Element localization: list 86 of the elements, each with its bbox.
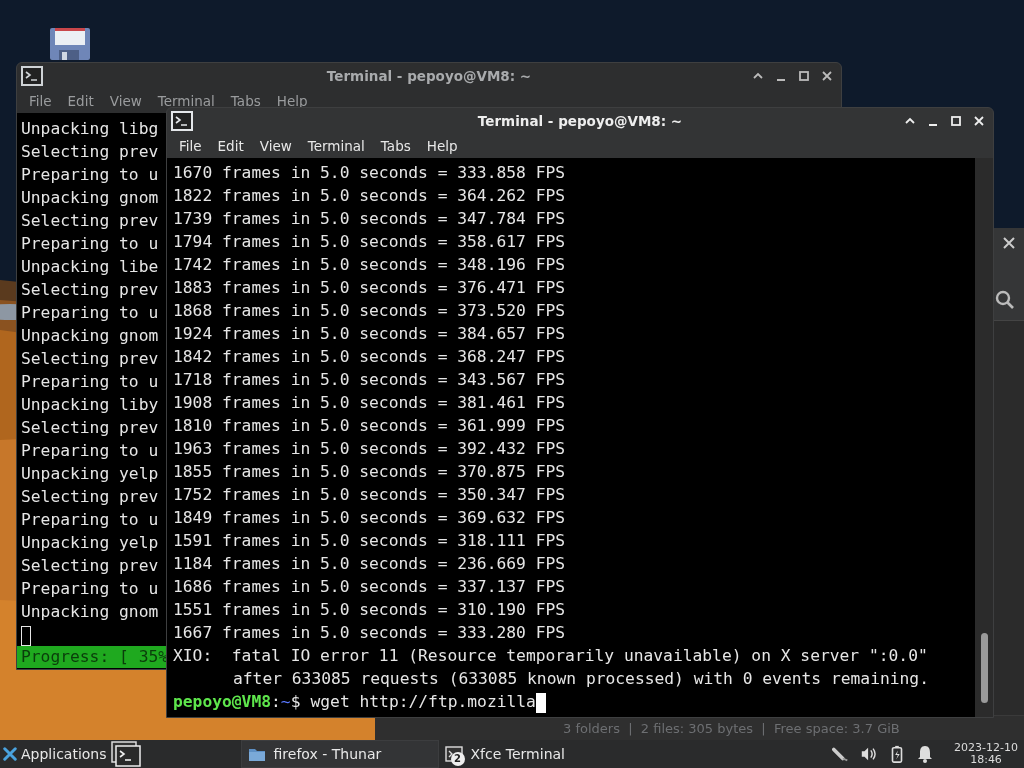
window-title: Terminal - pepoyo@VM8: ~ <box>477 113 683 129</box>
terminal-line: 1670 frames in 5.0 seconds = 333.858 FPS <box>173 162 566 184</box>
terminal-line: 1184 frames in 5.0 seconds = 236.669 FPS <box>173 553 566 575</box>
terminal-line: Preparing to u <box>21 164 159 186</box>
terminal-line: Unpacking libe <box>21 256 159 278</box>
terminal-line: Selecting prev <box>21 279 159 301</box>
terminal-line: Preparing to u <box>21 509 159 531</box>
terminal-line: Selecting prev <box>21 486 159 508</box>
menu-item[interactable]: Edit <box>209 138 252 154</box>
terminal-line: 1752 frames in 5.0 seconds = 350.347 FPS <box>173 484 566 506</box>
terminal-line: 1963 frames in 5.0 seconds = 392.432 FPS <box>173 438 566 460</box>
terminal-line: 1849 frames in 5.0 seconds = 369.632 FPS <box>173 507 566 529</box>
taskbar-task[interactable]: 2 Xfce Terminal <box>438 740 637 768</box>
taskbar-task[interactable]: firefox - Thunar <box>240 740 439 768</box>
prompt-path: ~ <box>280 692 291 711</box>
terminal-line: 1924 frames in 5.0 seconds = 384.657 FPS <box>173 323 566 345</box>
terminal-line: Preparing to u <box>21 440 159 462</box>
terminal-line: 1908 frames in 5.0 seconds = 381.461 FPS <box>173 392 566 414</box>
terminal-line: Preparing to u <box>21 578 159 600</box>
text-cursor <box>535 692 546 713</box>
terminal-line: 1883 frames in 5.0 seconds = 376.471 FPS <box>173 277 566 299</box>
applications-menu-button[interactable]: Applications <box>0 740 109 768</box>
menu-item[interactable]: View <box>101 93 150 109</box>
menu-item[interactable]: Help <box>268 93 316 109</box>
terminal-line: 1718 frames in 5.0 seconds = 343.567 FPS <box>173 369 566 391</box>
terminal-line: 1591 frames in 5.0 seconds = 318.111 FPS <box>173 530 566 552</box>
terminal-line: 1794 frames in 5.0 seconds = 358.617 FPS <box>173 231 566 253</box>
terminal-line: 1667 frames in 5.0 seconds = 333.280 FPS <box>173 622 566 644</box>
close-icon[interactable] <box>1003 237 1015 249</box>
menu-item[interactable]: Tabs <box>222 93 269 109</box>
command-text: wget http://ftp.mozilla <box>310 692 536 711</box>
terminal-line: XIO: fatal IO error 11 (Resource temporarily unavailable) on X server ":0.0" <box>173 645 928 667</box>
menu-item[interactable]: Help <box>418 138 466 154</box>
terminal-line: 1739 frames in 5.0 seconds = 347.784 FPS <box>173 208 566 230</box>
terminal-line: Preparing to u <box>21 233 159 255</box>
prompt-separator: : <box>271 692 281 711</box>
terminal-line: 1822 frames in 5.0 seconds = 364.262 FPS <box>173 185 566 207</box>
close-icon[interactable] <box>821 70 833 82</box>
terminal-line: Selecting prev <box>21 348 159 370</box>
terminal-line: Selecting prev <box>21 141 159 163</box>
volume-icon[interactable] <box>860 745 879 763</box>
terminal-line: Unpacking yelp <box>21 532 159 554</box>
menu-item[interactable]: File <box>171 138 210 154</box>
terminal-line: Unpacking libg <box>21 118 159 140</box>
text-cursor <box>21 625 31 646</box>
menu-item[interactable]: Terminal <box>149 93 223 109</box>
menu-item[interactable]: Edit <box>59 93 102 109</box>
xfce-logo-icon <box>3 747 17 761</box>
terminal-line: Selecting prev <box>21 417 159 439</box>
terminal-icon <box>21 66 43 86</box>
terminal-line: Unpacking gnom <box>21 187 159 209</box>
search-icon[interactable] <box>995 290 1015 310</box>
terminal-line: 1686 frames in 5.0 seconds = 337.137 FPS <box>173 576 566 598</box>
menu-item[interactable]: View <box>251 138 300 154</box>
terminal-line: Unpacking gnom <box>21 325 159 347</box>
terminal-line: Unpacking gnom <box>21 601 159 623</box>
terminal-icon <box>171 111 193 131</box>
terminal-line: Selecting prev <box>21 210 159 232</box>
terminal-line: Unpacking yelp <box>21 463 159 485</box>
terminal-line: Preparing to u <box>21 371 159 393</box>
clock-date: 2023-12-10 <box>954 742 1018 754</box>
menu-item[interactable]: Terminal <box>299 138 373 154</box>
terminal-line: Preparing to u <box>21 302 159 324</box>
terminal-line: 1842 frames in 5.0 seconds = 368.247 FPS <box>173 346 566 368</box>
clock-time: 18:46 <box>970 754 1002 766</box>
terminal-line: Selecting prev <box>21 555 159 577</box>
menu-item[interactable]: File <box>21 93 60 109</box>
network-icon[interactable] <box>832 745 851 763</box>
menu-item[interactable]: Tabs <box>372 138 419 154</box>
terminal-line: 1855 frames in 5.0 seconds = 370.875 FPS <box>173 461 566 483</box>
prompt-user: pepoyo@VM8 <box>173 692 272 711</box>
clock[interactable]: 2023-12-10 18:46 <box>954 742 1018 766</box>
status-bar-text: 3 folders | 2 files: 305 bytes | Free space: 3.7 GiB <box>563 720 900 736</box>
scrollbar-thumb[interactable] <box>981 633 988 703</box>
terminal-line: 1551 frames in 5.0 seconds = 310.190 FPS <box>173 599 566 621</box>
maximize-icon[interactable] <box>798 70 810 82</box>
terminal-line: Unpacking liby <box>21 394 159 416</box>
terminal-line: after 633085 requests (633085 known processed) with 0 events remaining. <box>232 668 929 690</box>
bell-icon[interactable] <box>916 745 935 763</box>
folder-icon <box>247 746 266 762</box>
terminal-line: 1868 frames in 5.0 seconds = 373.520 FPS <box>173 300 566 322</box>
terminal-line: 1810 frames in 5.0 seconds = 361.999 FPS <box>173 415 566 437</box>
terminal-icon[interactable] <box>110 741 141 767</box>
window-title: Terminal - pepoyo@VM8: ~ <box>326 68 532 84</box>
prompt-symbol: $ <box>290 692 301 711</box>
terminal-line: 1742 frames in 5.0 seconds = 348.196 FPS <box>173 254 566 276</box>
